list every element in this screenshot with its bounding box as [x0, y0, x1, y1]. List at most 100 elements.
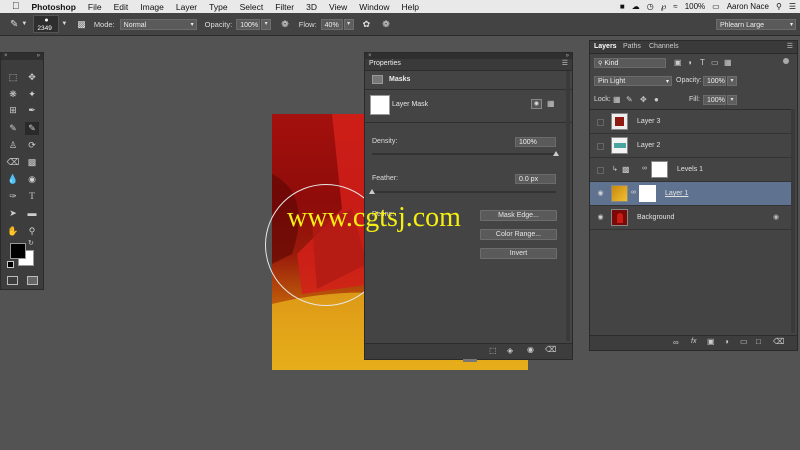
pen-tool-icon[interactable]: ✑ — [6, 190, 20, 203]
bluetooth-icon[interactable]: ℘ — [661, 2, 667, 11]
filter-smart-object-icon[interactable]: ▦ — [724, 58, 732, 67]
visibility-box-icon[interactable] — [597, 143, 604, 150]
brush-preset-arrow-icon[interactable]: ▼ — [61, 21, 67, 27]
menu-view[interactable]: View — [323, 2, 353, 12]
screen-mode-icon[interactable] — [27, 276, 38, 285]
cloud-icon[interactable]: ☁ — [632, 2, 640, 11]
apple-icon[interactable]:  — [0, 1, 26, 12]
opacity-slider-button[interactable]: ▾ — [261, 18, 272, 30]
add-mask-icon[interactable]: ▣ — [707, 337, 715, 346]
mode-select[interactable]: Normal ▾ — [119, 18, 197, 30]
layer-row-background[interactable]: ◉ Background ◉ — [590, 206, 791, 230]
invert-button[interactable]: Invert — [480, 248, 557, 259]
app-menu-icon[interactable]: ■ — [620, 2, 625, 11]
pressure-size-icon[interactable]: ❁ — [382, 19, 390, 30]
lock-all-icon[interactable]: ● — [654, 95, 659, 104]
flow-slider-button[interactable]: ▾ — [343, 18, 354, 30]
tab-channels[interactable]: Channels — [649, 43, 679, 50]
layer-row-layer-3[interactable]: Layer 3 — [590, 110, 791, 134]
layer-row-layer-2[interactable]: Layer 2 — [590, 134, 791, 158]
link-layers-icon[interactable]: ∞ — [673, 338, 679, 347]
eraser-tool-icon[interactable]: ⌫ — [6, 156, 20, 169]
tab-layers[interactable]: Layers — [594, 43, 617, 50]
tab-paths[interactable]: Paths — [623, 43, 641, 50]
lock-position-icon[interactable]: ✥ — [640, 95, 647, 104]
user-name[interactable]: Aaron Nace — [727, 2, 769, 11]
load-selection-icon[interactable]: ⬚ — [489, 346, 497, 355]
tools-panel-header[interactable]: × » — [1, 53, 43, 60]
lasso-tool-icon[interactable]: ❋ — [6, 88, 20, 101]
default-colors-icon[interactable] — [7, 261, 14, 268]
blur-tool-icon[interactable]: 💧 — [6, 173, 20, 186]
menu-window[interactable]: Window — [353, 2, 395, 12]
mask-edge-button[interactable]: Mask Edge... — [480, 210, 557, 221]
brush-tool-icon-active[interactable]: ✎ — [25, 122, 39, 135]
feather-slider-handle[interactable] — [369, 189, 375, 194]
filter-type-icon[interactable]: T — [700, 58, 705, 67]
layers-scrollbar[interactable] — [791, 109, 795, 333]
layer-opacity-slider-button[interactable]: ▾ — [727, 76, 737, 86]
layer-mask-thumbnail[interactable] — [639, 185, 656, 202]
layer-row-levels-1[interactable]: ↳ ▩ ∞ Levels 1 — [590, 158, 791, 182]
menu-3d[interactable]: 3D — [300, 2, 323, 12]
gradient-tool-icon[interactable]: ▩ — [25, 156, 39, 169]
properties-scrollbar[interactable] — [566, 71, 570, 341]
stamp-tool-icon[interactable]: ♙ — [6, 139, 20, 152]
new-adjustment-layer-icon[interactable]: ◑ — [724, 337, 729, 346]
mask-thumbnail[interactable] — [370, 95, 390, 115]
quick-mask-icon[interactable] — [7, 276, 18, 285]
layer-opacity-field[interactable]: 100% — [703, 76, 726, 86]
workspace-switcher[interactable]: Phlearn Large ▾ — [716, 18, 796, 30]
filter-kind-select[interactable]: ⚲ Kind — [594, 58, 666, 68]
delete-mask-icon[interactable]: ⌫ — [545, 345, 556, 354]
delete-layer-icon[interactable]: ⌫ — [773, 337, 784, 346]
new-layer-icon[interactable]: □ — [756, 337, 761, 346]
brush-tool-icon[interactable]: ✎ — [10, 19, 18, 30]
menu-filter[interactable]: Filter — [269, 2, 300, 12]
lock-transparent-icon[interactable]: ▦ — [613, 95, 621, 104]
density-slider-track[interactable] — [372, 153, 556, 155]
menu-app-photoshop[interactable]: Photoshop — [26, 2, 82, 12]
path-selection-tool-icon[interactable]: ➤ — [6, 207, 20, 220]
menu-image[interactable]: Image — [134, 2, 170, 12]
rectangle-tool-icon[interactable]: ▬ — [25, 207, 39, 220]
filter-adjustment-icon[interactable]: ◑ — [687, 58, 692, 67]
menu-layer[interactable]: Layer — [170, 2, 203, 12]
new-group-icon[interactable]: ▭ — [740, 337, 748, 346]
fill-field[interactable]: 100% — [703, 95, 726, 105]
tool-preset-dropdown-icon[interactable]: ▼ — [21, 21, 27, 27]
brush-panel-toggle-icon[interactable]: ▩ — [77, 19, 86, 30]
marquee-tool-icon[interactable]: ⬚ — [6, 71, 20, 84]
add-vector-mask-icon[interactable]: ▦ — [547, 99, 555, 108]
density-field[interactable]: 100% — [515, 137, 556, 147]
airbrush-icon[interactable]: ✿ — [363, 19, 371, 30]
foreground-color-swatch[interactable] — [10, 243, 26, 259]
swap-colors-icon[interactable]: ↻ — [28, 239, 34, 247]
filter-toggle-icon[interactable] — [783, 58, 789, 64]
visibility-box-icon[interactable] — [597, 167, 604, 174]
density-slider-handle[interactable] — [553, 151, 559, 156]
visibility-box-icon[interactable] — [597, 119, 604, 126]
visibility-toggle-icon[interactable]: ◉ — [527, 345, 534, 354]
spotlight-icon[interactable]: ⚲ — [776, 2, 782, 11]
chain-link-icon[interactable]: ∞ — [642, 165, 647, 172]
healing-brush-tool-icon[interactable]: ✎ — [6, 122, 20, 135]
eye-visibility-icon[interactable]: ◉ — [596, 189, 605, 198]
menu-edit[interactable]: Edit — [108, 2, 135, 12]
menu-type[interactable]: Type — [203, 2, 233, 12]
filter-pixel-icon[interactable]: ▣ — [674, 58, 682, 67]
crop-tool-icon[interactable]: ⊞ — [6, 104, 20, 117]
blend-mode-select[interactable]: Pin Light ▾ — [594, 76, 672, 86]
type-tool-icon[interactable]: T — [25, 190, 39, 203]
panel-menu-icon[interactable]: ☰ — [562, 59, 568, 67]
flow-field[interactable]: 40% — [320, 18, 343, 30]
battery-icon[interactable]: ▭ — [712, 2, 720, 11]
move-tool-icon[interactable]: ✥ — [25, 71, 39, 84]
feather-field[interactable]: 0.0 px — [515, 174, 556, 184]
wifi-icon[interactable]: ≈ — [673, 2, 677, 11]
resize-grip[interactable] — [463, 359, 477, 362]
hand-tool-icon[interactable]: ✋ — [6, 225, 20, 238]
history-brush-tool-icon[interactable]: ⟳ — [25, 139, 39, 152]
panel-menu-icon[interactable]: ☰ — [787, 42, 793, 50]
menu-select[interactable]: Select — [234, 2, 270, 12]
